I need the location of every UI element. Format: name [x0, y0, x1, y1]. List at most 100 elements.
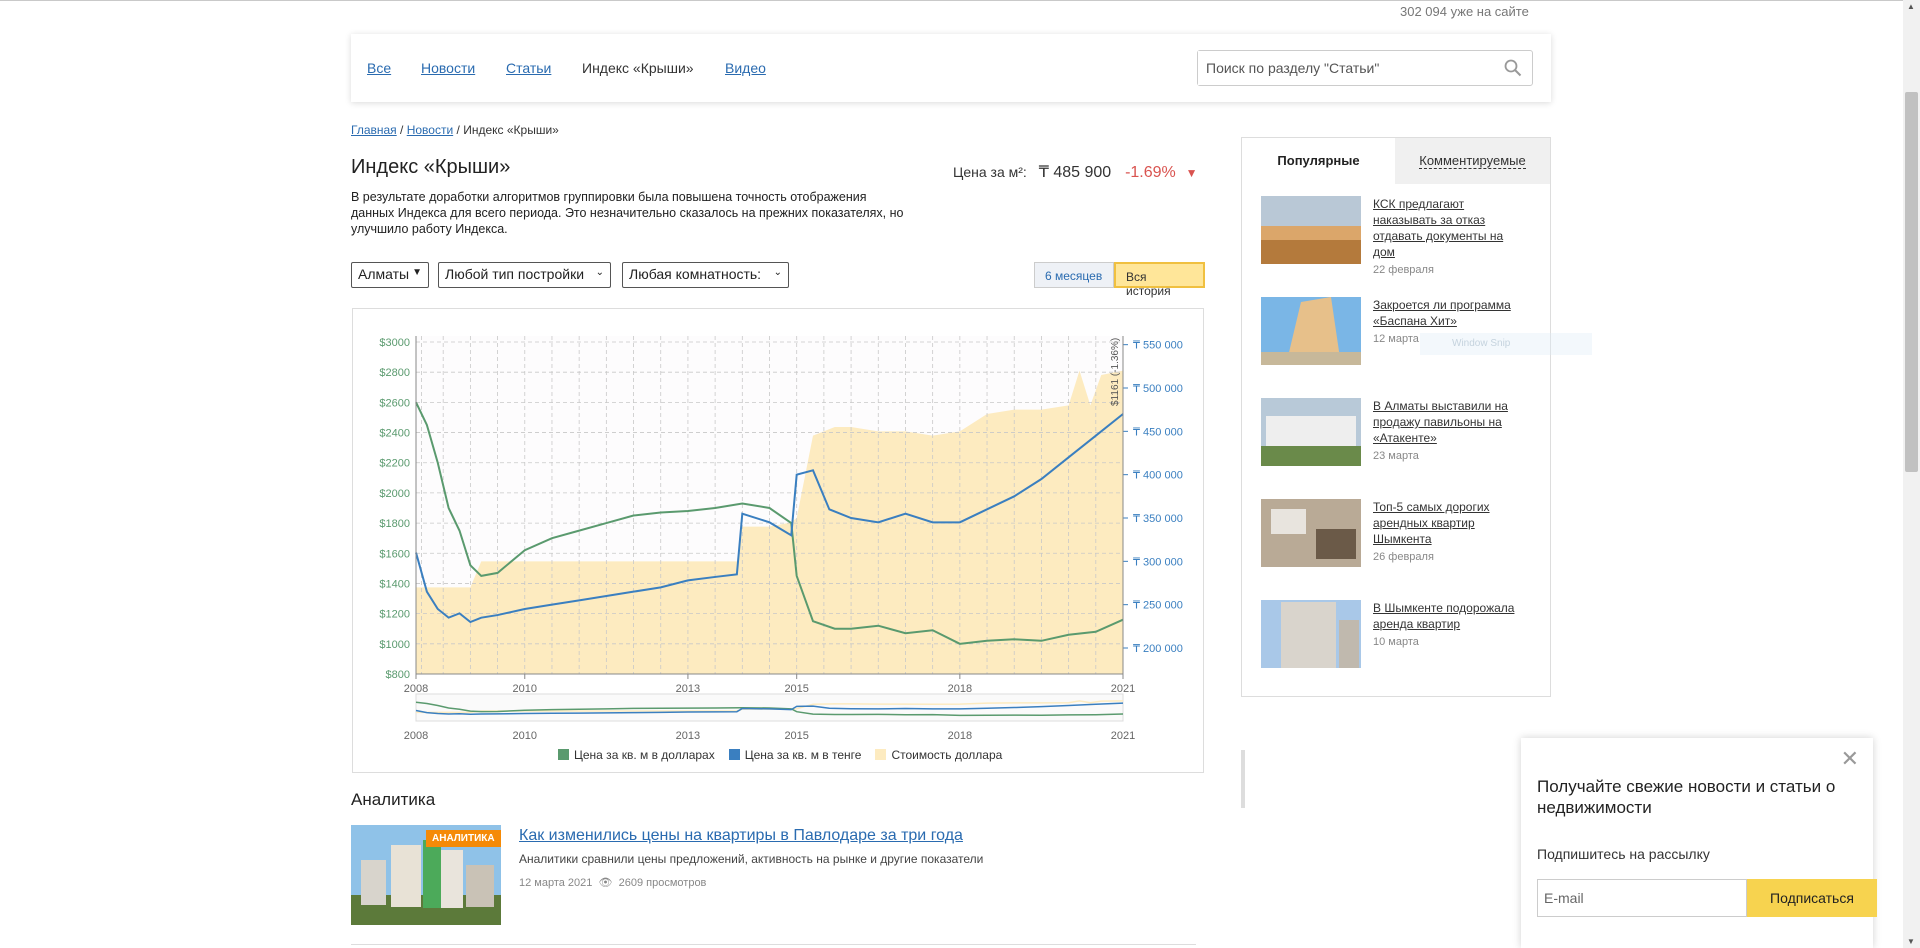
- snip-overlay: Window Snip: [1420, 333, 1592, 355]
- eye-icon: 👁: [595, 877, 616, 889]
- sidebar-item[interactable]: Закроется ли программа «Баспана Хит» 12 …: [1261, 297, 1541, 367]
- x-tick-label: 2013: [676, 683, 700, 695]
- city-select[interactable]: Алматы ▼: [351, 262, 429, 288]
- breadcrumb-current: Индекс «Крыши»: [463, 123, 559, 137]
- legend-item-kzt[interactable]: Цена за кв. м в тенге: [728, 748, 861, 762]
- building-type-select[interactable]: Любой тип постройки ⌄: [438, 262, 611, 288]
- legend-swatch-kzt: [728, 749, 740, 760]
- x-tick-label: 2008: [404, 683, 428, 695]
- building-type-value: Любой тип постройки: [445, 266, 585, 282]
- scrollbar-thumb[interactable]: [1905, 92, 1918, 472]
- y-left-tick-label: $2600: [379, 397, 410, 409]
- legend-swatch-dollar-rate: [875, 749, 887, 760]
- search-input[interactable]: [1198, 51, 1494, 85]
- x-tick-label: 2018: [948, 683, 972, 695]
- sidebar-item-image: [1261, 196, 1361, 264]
- rooms-select[interactable]: Любая комнатность: ⌄: [622, 262, 789, 288]
- y-left-tick-label: $1000: [379, 639, 410, 651]
- navigator-x-tick-label: 2013: [676, 730, 700, 742]
- scroll-down-icon[interactable]: ▼: [1907, 937, 1915, 946]
- sidebar-item-title[interactable]: Закроется ли программа «Баспана Хит»: [1373, 297, 1523, 329]
- popular-sidebar: Популярные Комментируемые КСК предлагают…: [1241, 137, 1551, 697]
- price-label: Цена за м²:: [953, 164, 1027, 180]
- legend-item-dollar-rate[interactable]: Стоимость доллара: [875, 748, 1002, 762]
- sidebar-item-title[interactable]: Топ-5 самых дорогих арендных квартир Шым…: [1373, 499, 1523, 547]
- article-views: 2609 просмотров: [618, 877, 707, 889]
- visitor-counter: 302 094 уже на сайте: [1400, 4, 1529, 19]
- y-right-tick-label: ₸ 450 000: [1133, 426, 1183, 438]
- nav-item-all[interactable]: Все: [367, 60, 391, 76]
- sidebar-item-title[interactable]: В Алматы выставили на продажу павильоны …: [1373, 398, 1523, 446]
- range-6-months-button[interactable]: 6 месяцев: [1034, 262, 1114, 288]
- nav-item-index[interactable]: Индекс «Крыши»: [582, 60, 694, 76]
- sidebar-item-text: КСК предлагают наказывать за отказ отдав…: [1373, 196, 1523, 278]
- sidebar-item-text: В Шымкенте подорожала аренда квартир 10 …: [1373, 600, 1523, 650]
- article-title-link[interactable]: Как изменились цены на квартиры в Павлод…: [519, 827, 963, 845]
- nav-item-news[interactable]: Новости: [421, 60, 475, 76]
- sidebar-item-image: [1261, 600, 1361, 668]
- range-all-history-button[interactable]: Вся история: [1114, 262, 1205, 298]
- sidebar-item-date: 10 марта: [1373, 636, 1419, 648]
- sidebar-item[interactable]: Топ-5 самых дорогих арендных квартир Шым…: [1261, 499, 1541, 569]
- nav-item-articles[interactable]: Статьи: [506, 60, 551, 76]
- sidebar-item[interactable]: В Алматы выставили на продажу павильоны …: [1261, 398, 1541, 468]
- dropdown-arrow-icon: ⌄: [595, 267, 604, 278]
- chart-svg: $800 $1000 $1200 $1400 $1600 $1800 $2000 $2200 $…: [379, 336, 1183, 742]
- price-change: -1.69%: [1125, 164, 1176, 181]
- navigator-x-tick-label: 2015: [784, 730, 808, 742]
- sidebar-item-text: Топ-5 самых дорогих арендных квартир Шым…: [1373, 499, 1523, 565]
- legend-label-usd: Цена за кв. м в долларах: [574, 748, 715, 762]
- page-scrollbar[interactable]: ▲ ▼: [1903, 0, 1920, 948]
- x-tick-label: 2021: [1111, 683, 1135, 695]
- search-icon[interactable]: [1504, 59, 1522, 77]
- breadcrumb-separator: /: [400, 123, 404, 137]
- y-left-tick-label: $1600: [379, 548, 410, 560]
- sidebar-item-image: [1261, 297, 1361, 365]
- dropdown-arrow-icon: ⌄: [773, 267, 782, 278]
- y-right-tick-label: ₸ 350 000: [1133, 513, 1183, 525]
- y-left-tick-label: $800: [386, 669, 410, 681]
- y-left-tick-label: $3000: [379, 337, 410, 349]
- sidebar-item-date: 22 февраля: [1373, 264, 1434, 276]
- price-value: ₸ 485 900: [1038, 164, 1112, 181]
- page-title: Индекс «Крыши»: [351, 156, 511, 178]
- rooms-value: Любая комнатность:: [629, 266, 762, 282]
- breadcrumb-news[interactable]: Новости: [407, 123, 453, 137]
- price-down-arrow-icon: ▼: [1185, 166, 1198, 180]
- legend-swatch-usd: [558, 749, 569, 760]
- chart-legend: Цена за кв. м в долларах Цена за кв. м в…: [558, 748, 1002, 762]
- y-left-tick-label: $2800: [379, 367, 410, 379]
- legend-item-usd[interactable]: Цена за кв. м в долларах: [558, 748, 715, 762]
- y-left-tick-label: $2000: [379, 488, 410, 500]
- analytics-section-title: Аналитика: [351, 790, 436, 809]
- article-description: Аналитики сравнили цены предложений, акт…: [519, 852, 984, 866]
- sidebar-item-image: [1261, 398, 1361, 466]
- sidebar-item-title[interactable]: В Шымкенте подорожала аренда квартир: [1373, 600, 1523, 632]
- y-right-tick-label: ₸ 300 000: [1133, 556, 1183, 568]
- breadcrumb-home[interactable]: Главная: [351, 123, 397, 137]
- price-index-chart: $800 $1000 $1200 $1400 $1600 $1800 $2000 $2200 $…: [352, 308, 1204, 773]
- sidebar-tabs: Популярные Комментируемые: [1242, 138, 1550, 184]
- section-nav: Все Новости Статьи Индекс «Крыши» Видео: [351, 34, 1551, 102]
- sidebar-item[interactable]: КСК предлагают наказывать за отказ отдав…: [1261, 196, 1541, 276]
- subscribe-button[interactable]: Подписаться: [1747, 879, 1877, 917]
- y-left-tick-label: $2200: [379, 458, 410, 470]
- navigator-x-tick-label: 2018: [948, 730, 972, 742]
- tab-popular[interactable]: Популярные: [1242, 138, 1395, 184]
- sidebar-item-date: 23 марта: [1373, 450, 1419, 462]
- navigator-x-tick-label: 2021: [1111, 730, 1135, 742]
- page-description: В результате доработки алгоритмов группи…: [351, 190, 904, 236]
- popup-title: Получайте свежие новости и статьи о недв…: [1537, 777, 1836, 817]
- article-thumbnail[interactable]: АНАЛИТИКА: [351, 825, 501, 925]
- legend-label-dollar-rate: Стоимость доллара: [891, 748, 1003, 762]
- close-icon[interactable]: ✕: [1841, 746, 1859, 772]
- nav-item-video[interactable]: Видео: [725, 60, 766, 76]
- y-right-tick-label: ₸ 200 000: [1133, 643, 1183, 655]
- y-right-tick-label: ₸ 250 000: [1133, 600, 1183, 612]
- tab-commented[interactable]: Комментируемые: [1395, 138, 1550, 184]
- email-field[interactable]: [1537, 879, 1747, 917]
- sidebar-item[interactable]: В Шымкенте подорожала аренда квартир 10 …: [1261, 600, 1541, 670]
- scroll-up-icon[interactable]: ▲: [1907, 2, 1915, 11]
- x-tick-label: 2015: [784, 683, 808, 695]
- sidebar-item-title[interactable]: КСК предлагают наказывать за отказ отдав…: [1373, 196, 1523, 260]
